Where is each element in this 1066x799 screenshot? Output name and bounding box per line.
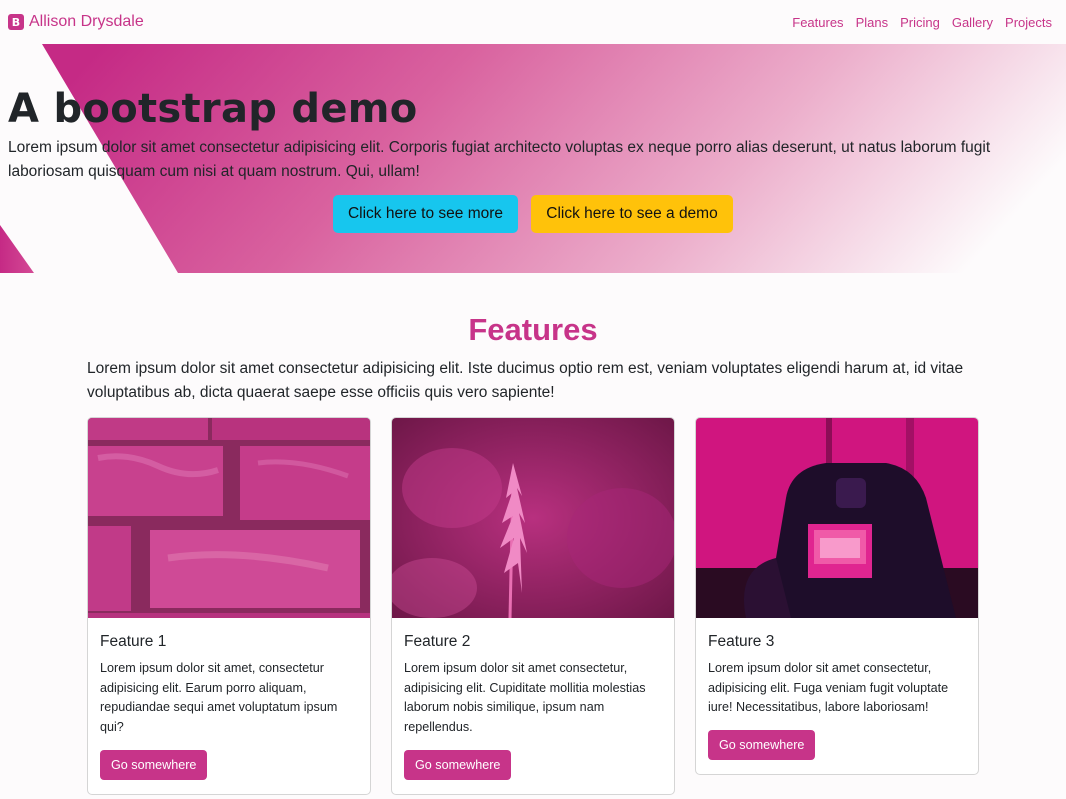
feature-card-title: Feature 1 bbox=[100, 633, 167, 650]
feature-card-text: Lorem ipsum dolor sit amet consectetur, … bbox=[404, 661, 646, 735]
feature-card-text: Lorem ipsum dolor sit amet consectetur, … bbox=[708, 661, 949, 715]
feature-card-title: Feature 2 bbox=[404, 633, 471, 650]
feature-card-title: Feature 3 bbox=[708, 633, 775, 650]
features-title: Features bbox=[468, 312, 598, 347]
nav-link-features[interactable]: Features bbox=[792, 15, 843, 30]
feature-card-text: Lorem ipsum dolor sit amet, consectetur … bbox=[100, 661, 338, 735]
go-somewhere-button[interactable]: Go somewhere bbox=[708, 730, 816, 761]
bootstrap-logo-icon: B bbox=[8, 14, 24, 30]
see-more-button[interactable]: Click here to see more bbox=[333, 195, 518, 233]
pink-flower-image bbox=[392, 418, 674, 618]
go-somewhere-button[interactable]: Go somewhere bbox=[404, 749, 512, 780]
feature-card-2: Feature 2 Lorem ipsum dolor sit amet con… bbox=[391, 417, 675, 795]
hero-text: Lorem ipsum dolor sit amet consectetur a… bbox=[8, 139, 991, 180]
nav-link-pricing[interactable]: Pricing bbox=[900, 15, 940, 30]
nav-link-plans[interactable]: Plans bbox=[856, 15, 889, 30]
feature-card-3: Feature 3 Lorem ipsum dolor sit amet con… bbox=[695, 417, 979, 776]
pink-brick-wall-image bbox=[88, 418, 370, 618]
nav-links: Features Plans Pricing Gallery Projects bbox=[792, 15, 1052, 30]
brand-link[interactable]: B Allison Drysdale bbox=[8, 13, 144, 31]
nav-link-gallery[interactable]: Gallery bbox=[952, 15, 993, 30]
hero-section: A bootstrap demo Lorem ipsum dolor sit a… bbox=[0, 44, 1066, 273]
camera-screen-image bbox=[696, 418, 978, 618]
brand-name: Allison Drysdale bbox=[29, 13, 144, 30]
features-description: Lorem ipsum dolor sit amet consectetur a… bbox=[87, 360, 964, 401]
navbar: B Allison Drysdale Features Plans Pricin… bbox=[0, 0, 1066, 44]
hero-title: A bootstrap demo bbox=[8, 86, 418, 132]
go-somewhere-button[interactable]: Go somewhere bbox=[100, 749, 208, 780]
nav-link-projects[interactable]: Projects bbox=[1005, 15, 1052, 30]
see-demo-button[interactable]: Click here to see a demo bbox=[531, 195, 733, 233]
feature-card-1: Feature 1 Lorem ipsum dolor sit amet, co… bbox=[87, 417, 371, 795]
